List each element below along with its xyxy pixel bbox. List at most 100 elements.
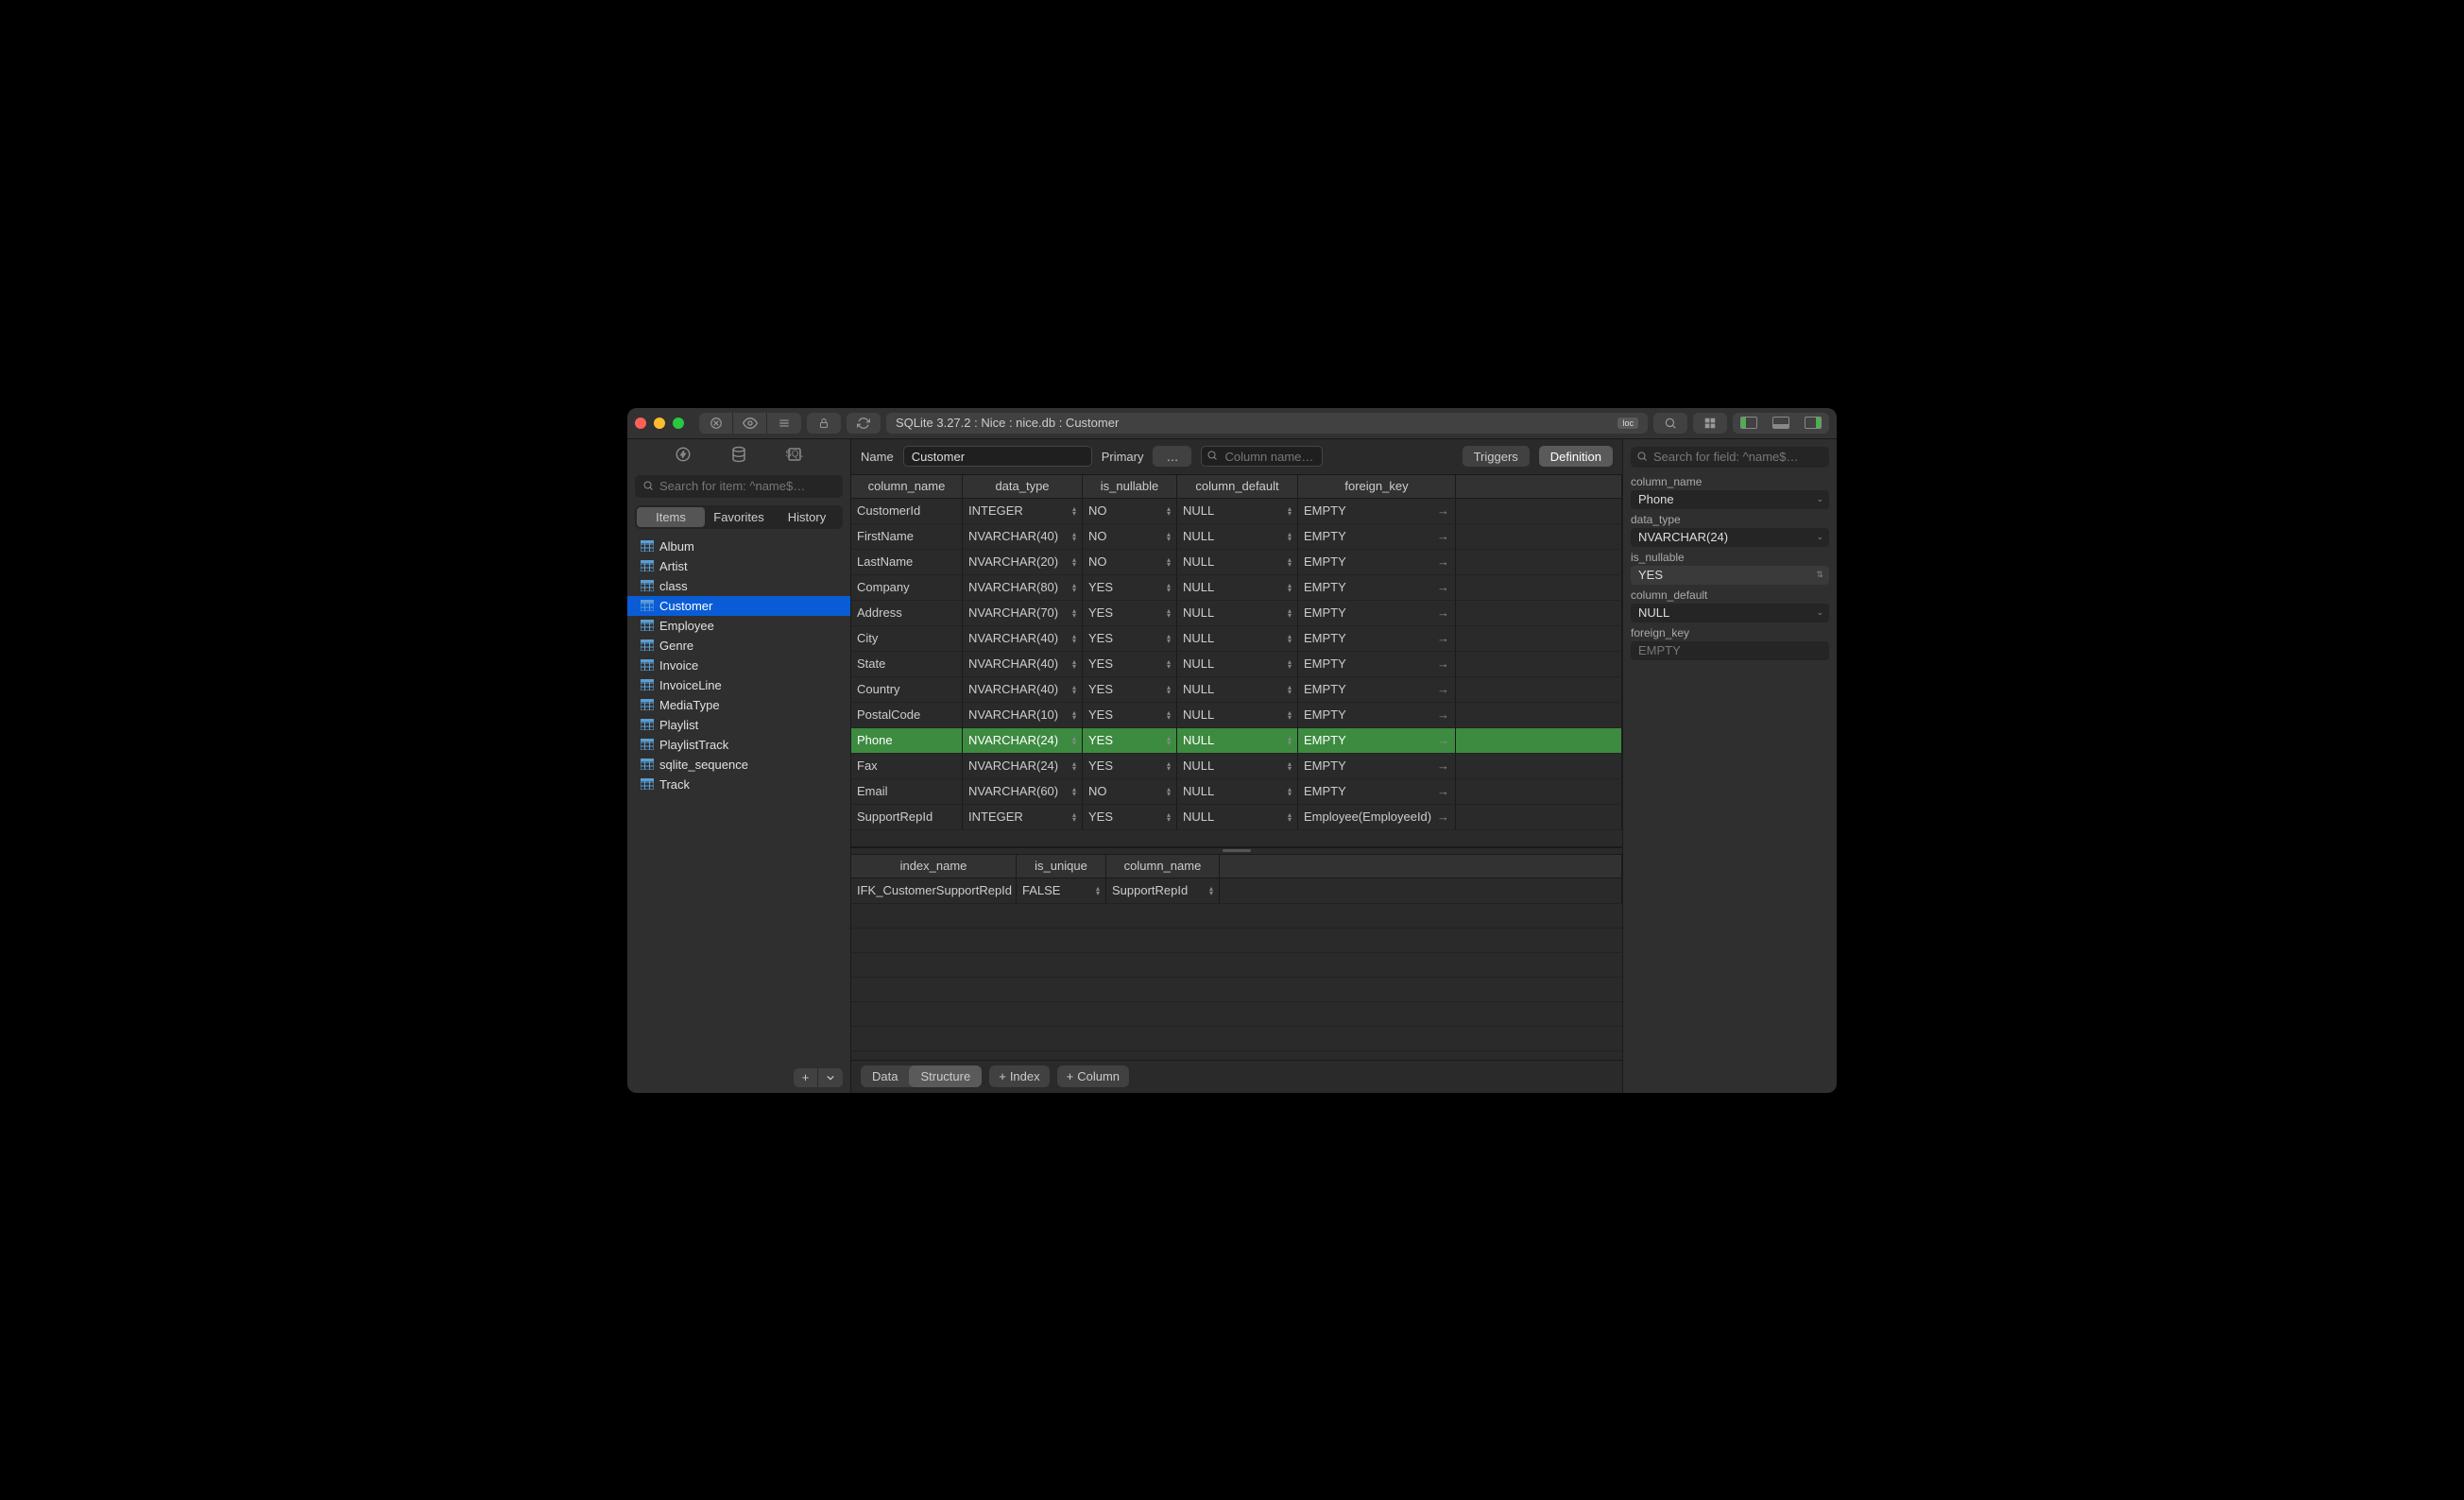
cell-column-default[interactable]: NULL▴▾ <box>1177 499 1298 523</box>
sidebar-item-mediatype[interactable]: MediaType <box>627 695 850 715</box>
header-index-name[interactable]: index_name <box>851 855 1017 878</box>
arrow-right-icon[interactable]: → <box>1437 580 1449 594</box>
stepper-icon[interactable]: ▴▾ <box>1288 812 1292 822</box>
arrow-right-icon[interactable]: → <box>1437 707 1449 722</box>
stepper-icon[interactable]: ▴▾ <box>1167 608 1171 618</box>
rpanel-search-input[interactable] <box>1631 447 1829 468</box>
cell-data-type[interactable]: NVARCHAR(40)▴▾ <box>963 524 1083 549</box>
sidebar-item-track[interactable]: Track <box>627 775 850 794</box>
cell-idx-column[interactable]: SupportRepId▴▾ <box>1106 878 1220 903</box>
stepper-icon[interactable]: ▴▾ <box>1072 532 1076 541</box>
cell-foreign-key[interactable]: EMPTY→ <box>1298 575 1456 600</box>
arrow-right-icon[interactable]: → <box>1437 810 1449 824</box>
cell-is-unique[interactable]: FALSE▴▾ <box>1017 878 1106 903</box>
cell-column-default[interactable]: NULL▴▾ <box>1177 805 1298 829</box>
cell-column-name[interactable]: City <box>851 626 963 651</box>
cell-data-type[interactable]: INTEGER▴▾ <box>963 499 1083 523</box>
bolt-icon[interactable] <box>675 446 692 466</box>
cell-is-nullable[interactable]: YES▴▾ <box>1083 703 1177 727</box>
cell-column-default[interactable]: NULL▴▾ <box>1177 652 1298 676</box>
cell-column-name[interactable]: Fax <box>851 754 963 778</box>
cell-data-type[interactable]: NVARCHAR(40)▴▾ <box>963 652 1083 676</box>
cell-column-default[interactable]: NULL▴▾ <box>1177 524 1298 549</box>
column-row[interactable]: AddressNVARCHAR(70)▴▾YES▴▾NULL▴▾EMPTY→ <box>851 601 1622 626</box>
index-row[interactable]: IFK_CustomerSupportRepIdFALSE▴▾SupportRe… <box>851 878 1622 904</box>
column-row[interactable]: CustomerIdINTEGER▴▾NO▴▾NULL▴▾EMPTY→ <box>851 499 1622 524</box>
stepper-icon[interactable]: ▴▾ <box>1167 812 1171 822</box>
cell-foreign-key[interactable]: Employee(EmployeeId)→ <box>1298 805 1456 829</box>
tab-history[interactable]: History <box>773 507 841 527</box>
refresh-icon[interactable] <box>847 413 881 434</box>
cell-is-nullable[interactable]: NO▴▾ <box>1083 524 1177 549</box>
cell-is-nullable[interactable]: NO▴▾ <box>1083 499 1177 523</box>
stepper-icon[interactable]: ▴▾ <box>1167 659 1171 669</box>
cell-column-default[interactable]: NULL▴▾ <box>1177 728 1298 753</box>
header-data-type[interactable]: data_type <box>963 475 1083 498</box>
cell-column-name[interactable]: CustomerId <box>851 499 963 523</box>
stepper-icon[interactable]: ▴▾ <box>1288 710 1292 720</box>
cell-foreign-key[interactable]: EMPTY→ <box>1298 779 1456 804</box>
eye-icon[interactable] <box>733 413 767 434</box>
cell-column-name[interactable]: Address <box>851 601 963 625</box>
toggle-bottom-panel[interactable] <box>1765 413 1797 434</box>
cell-foreign-key[interactable]: EMPTY→ <box>1298 728 1456 753</box>
list-icon[interactable] <box>767 413 801 434</box>
stepper-icon[interactable]: ▴▾ <box>1209 886 1213 895</box>
cell-foreign-key[interactable]: EMPTY→ <box>1298 499 1456 523</box>
arrow-right-icon[interactable]: → <box>1437 605 1449 620</box>
rp-input-is-nullable[interactable]: YES⇅ <box>1631 566 1829 585</box>
stepper-icon[interactable]: ▴▾ <box>1167 736 1171 745</box>
cell-foreign-key[interactable]: EMPTY→ <box>1298 677 1456 702</box>
column-row[interactable]: CompanyNVARCHAR(80)▴▾YES▴▾NULL▴▾EMPTY→ <box>851 575 1622 601</box>
stepper-icon[interactable]: ▴▾ <box>1288 685 1292 694</box>
cell-data-type[interactable]: NVARCHAR(40)▴▾ <box>963 626 1083 651</box>
cell-data-type[interactable]: NVARCHAR(20)▴▾ <box>963 550 1083 574</box>
cell-foreign-key[interactable]: EMPTY→ <box>1298 550 1456 574</box>
cell-foreign-key[interactable]: EMPTY→ <box>1298 754 1456 778</box>
column-row[interactable]: FaxNVARCHAR(24)▴▾YES▴▾NULL▴▾EMPTY→ <box>851 754 1622 779</box>
cell-column-default[interactable]: NULL▴▾ <box>1177 779 1298 804</box>
cell-column-default[interactable]: NULL▴▾ <box>1177 703 1298 727</box>
stepper-icon[interactable]: ▴▾ <box>1167 557 1171 567</box>
sidebar-search-input[interactable] <box>635 475 843 498</box>
cell-column-name[interactable]: Email <box>851 779 963 804</box>
arrow-right-icon[interactable]: → <box>1437 529 1449 543</box>
arrow-right-icon[interactable]: → <box>1437 682 1449 696</box>
maximize-window[interactable] <box>673 418 684 429</box>
stepper-icon[interactable]: ▴▾ <box>1288 532 1292 541</box>
stepper-icon[interactable]: ▴▾ <box>1288 583 1292 592</box>
stepper-icon[interactable]: ▴▾ <box>1288 787 1292 796</box>
toggle-right-panel[interactable] <box>1797 413 1829 434</box>
cell-is-nullable[interactable]: YES▴▾ <box>1083 805 1177 829</box>
column-row[interactable]: CountryNVARCHAR(40)▴▾YES▴▾NULL▴▾EMPTY→ <box>851 677 1622 703</box>
stepper-icon[interactable]: ▴▾ <box>1072 608 1076 618</box>
sql-icon[interactable]: SQL <box>786 446 803 466</box>
column-row[interactable]: EmailNVARCHAR(60)▴▾NO▴▾NULL▴▾EMPTY→ <box>851 779 1622 805</box>
sidebar-item-album[interactable]: Album <box>627 537 850 556</box>
stepper-icon[interactable]: ▴▾ <box>1072 787 1076 796</box>
cell-column-name[interactable]: LastName <box>851 550 963 574</box>
header-column-default[interactable]: column_default <box>1177 475 1298 498</box>
stepper-icon[interactable]: ▴▾ <box>1072 506 1076 516</box>
cell-column-default[interactable]: NULL▴▾ <box>1177 575 1298 600</box>
stepper-icon[interactable]: ▴▾ <box>1096 886 1100 895</box>
header-is-nullable[interactable]: is_nullable <box>1083 475 1177 498</box>
minimize-window[interactable] <box>654 418 665 429</box>
arrow-right-icon[interactable]: → <box>1437 503 1449 518</box>
sidebar-item-employee[interactable]: Employee <box>627 616 850 636</box>
cell-is-nullable[interactable]: NO▴▾ <box>1083 550 1177 574</box>
lock-icon[interactable] <box>807 413 841 434</box>
definition-button[interactable]: Definition <box>1539 446 1613 467</box>
cell-is-nullable[interactable]: YES▴▾ <box>1083 601 1177 625</box>
cell-column-default[interactable]: NULL▴▾ <box>1177 677 1298 702</box>
stepper-icon[interactable]: ▴▾ <box>1072 736 1076 745</box>
cell-foreign-key[interactable]: EMPTY→ <box>1298 601 1456 625</box>
cell-column-name[interactable]: Company <box>851 575 963 600</box>
cell-column-name[interactable]: FirstName <box>851 524 963 549</box>
stepper-icon[interactable]: ▴▾ <box>1288 506 1292 516</box>
stepper-icon[interactable]: ▴▾ <box>1167 506 1171 516</box>
cell-foreign-key[interactable]: EMPTY→ <box>1298 524 1456 549</box>
cell-column-name[interactable]: State <box>851 652 963 676</box>
stepper-icon[interactable]: ▴▾ <box>1072 659 1076 669</box>
stepper-icon[interactable]: ▴▾ <box>1167 583 1171 592</box>
